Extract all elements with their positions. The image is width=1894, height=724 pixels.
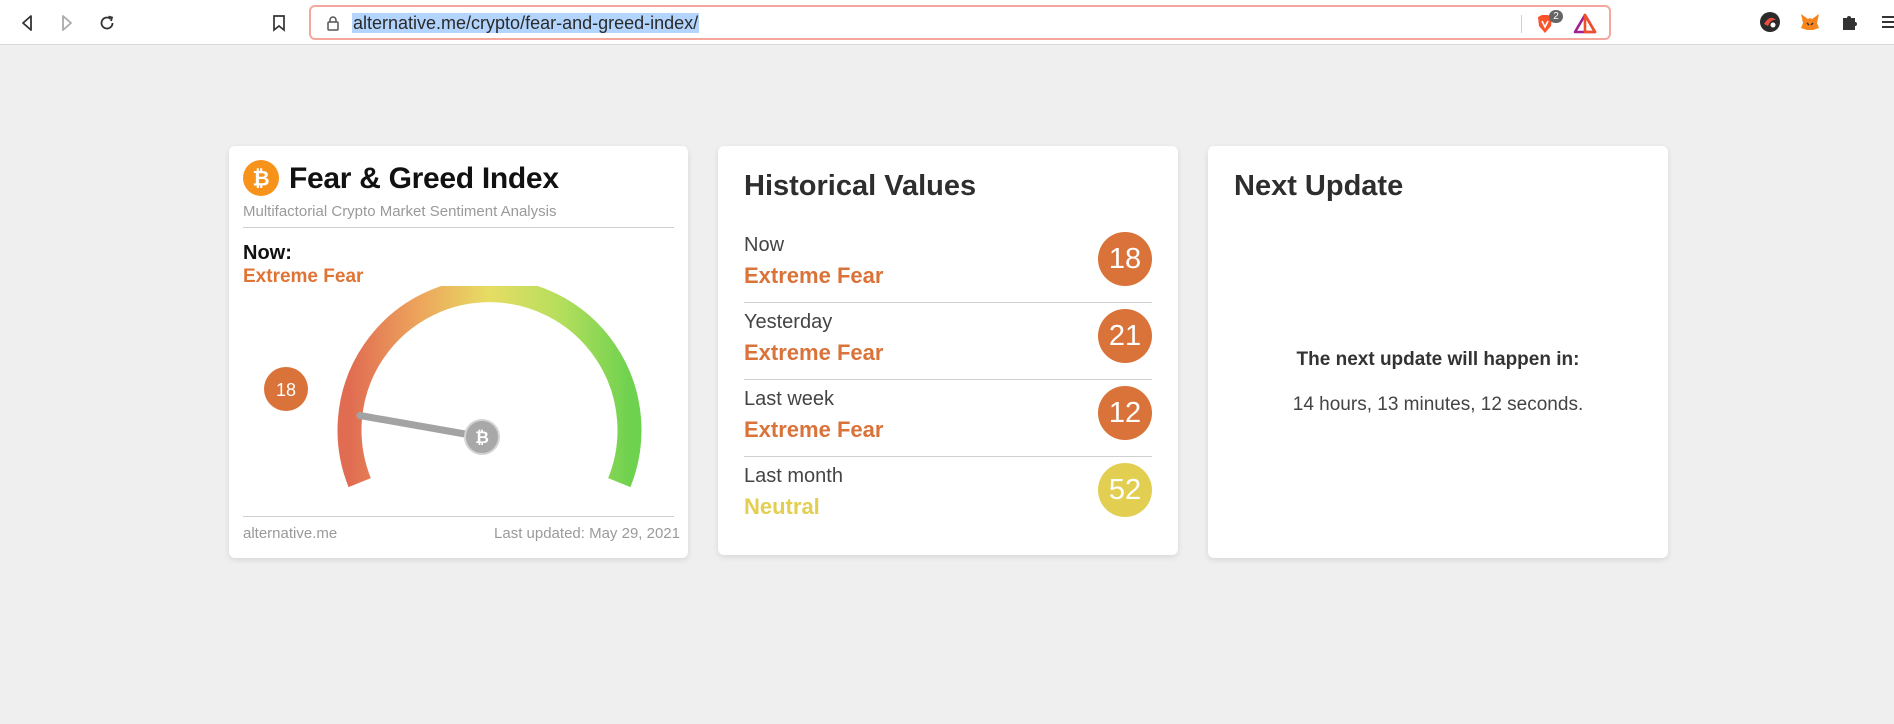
history-label: Last month [744,465,843,487]
puzzle-icon[interactable] [1838,10,1862,34]
now-classification: Extreme Fear [243,266,364,287]
source-label: alternative.me [243,525,338,542]
history-value-badge: 18 [1098,232,1152,286]
header-divider [243,227,674,228]
bookmark-button[interactable] [266,10,292,36]
history-row-last-week: Last week Extreme Fear 12 [744,380,1152,457]
bookmark-icon [273,15,285,32]
history-status: Extreme Fear [744,340,884,365]
gauge-value-label: 18 [276,380,296,400]
fear-greed-title: Fear & Greed Index [289,162,559,195]
next-update-title: Next Update [1234,170,1404,202]
historical-values-card: Historical Values Now Extreme Fear 18 Ye… [718,146,1178,555]
url-selection: alternative.me/crypto/fear-and-greed-ind… [352,13,700,33]
history-label: Last week [744,388,835,410]
forward-icon [62,15,72,31]
history-row-yesterday: Yesterday Extreme Fear 21 [744,303,1152,380]
reload-icon [100,15,114,30]
history-label: Now [744,234,785,256]
gauge-hub-bitcoin-icon: ₿ [475,428,489,448]
now-label: Now: [243,242,292,264]
history-value-badge: 21 [1098,309,1152,363]
fear-greed-card: ₿ Fear & Greed Index Multifactorial Cryp… [229,146,688,558]
history-value-badge: 52 [1098,463,1152,517]
next-update-card: Next Update The next update will happen … [1208,146,1668,558]
history-label: Yesterday [744,311,833,333]
last-updated-label: Last updated: May 29, 2021 [494,525,680,542]
gauge-arc [337,286,642,488]
shield-count-badge: 2 [1549,10,1563,23]
next-update-countdown: 14 hours, 13 minutes, 12 seconds. [1292,394,1584,415]
historical-title: Historical Values [744,170,977,202]
history-status: Extreme Fear [744,417,884,442]
forward-button[interactable] [54,10,80,36]
bitcoin-logo-icon: ₿ [243,160,279,196]
address-separator [1521,15,1522,33]
back-icon [22,15,32,31]
metamask-icon[interactable] [1798,10,1822,34]
reload-button[interactable] [94,10,120,36]
lock-icon[interactable] [325,15,341,31]
footer-divider [243,516,674,517]
history-row-last-month: Last month Neutral 52 [744,457,1152,534]
address-bar[interactable]: alternative.me/crypto/fear-and-greed-ind… [309,5,1611,40]
back-button[interactable] [14,10,40,36]
fear-greed-subtitle: Multifactorial Crypto Market Sentiment A… [243,203,557,220]
next-update-label: The next update will happen in: [1296,349,1580,370]
browser-toolbar: alternative.me/crypto/fear-and-greed-ind… [0,0,1894,45]
brave-rewards-icon[interactable] [1573,12,1597,36]
url-text[interactable]: alternative.me/crypto/fear-and-greed-ind… [352,13,700,33]
extension-icon[interactable] [1758,10,1782,34]
menu-icon[interactable] [1878,10,1894,34]
history-value-badge: 12 [1098,386,1152,440]
history-row-now: Now Extreme Fear 18 [744,226,1152,303]
fear-greed-gauge: ₿ 18 [264,286,642,488]
gauge-needle [356,412,486,441]
history-status: Neutral [744,494,820,519]
history-status: Extreme Fear [744,263,884,288]
svg-text:₿: ₿ [252,167,269,191]
